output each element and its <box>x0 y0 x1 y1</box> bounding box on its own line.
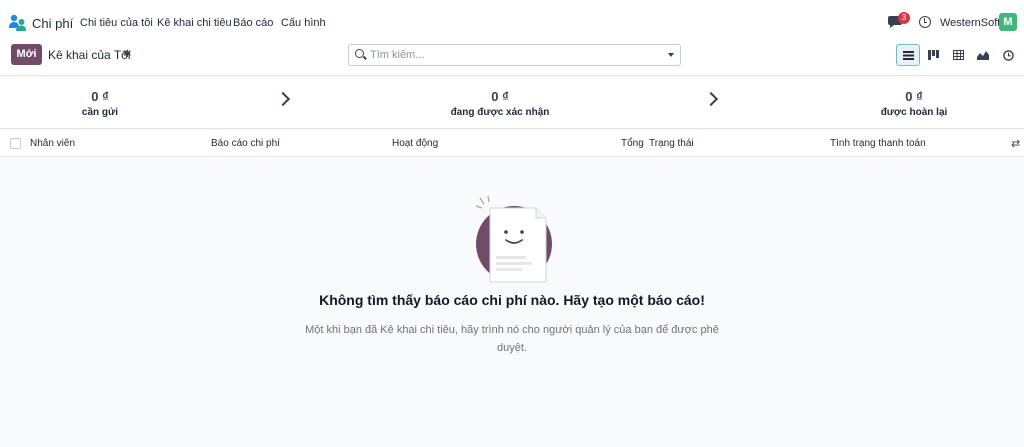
menu-my-expenses[interactable]: Chi tiêu của tôi <box>80 17 153 29</box>
company-switcher[interactable]: WesternSoft <box>940 17 1000 29</box>
search-input[interactable] <box>370 47 650 63</box>
search-icon <box>355 49 364 58</box>
stage-summary-bar: 0 ₫ cần gửi 0 ₫ đang được xác nhận 0 ₫ đ… <box>0 77 1024 129</box>
list-view-icon <box>902 50 914 60</box>
new-button[interactable]: Mới <box>11 44 42 65</box>
empty-state-description: Một khi bạn đã Kê khai chi tiêu, hãy trì… <box>305 324 719 354</box>
column-status[interactable]: Trạng thái <box>649 138 694 149</box>
activity-view-button[interactable] <box>996 44 1020 66</box>
reimbursed-label[interactable]: được hoàn lại <box>864 107 964 118</box>
control-panel: Mới Kê khai của Tôi ✱ <box>0 38 1024 76</box>
under-validation-amount[interactable]: 0 ₫ <box>460 89 540 104</box>
under-validation-label[interactable]: đang được xác nhận <box>440 107 560 118</box>
breadcrumb: Kê khai của Tôi <box>48 48 131 62</box>
user-avatar[interactable]: M <box>999 13 1017 31</box>
to-submit-label[interactable]: cần gửi <box>60 107 140 118</box>
area-chart-icon <box>977 51 989 60</box>
activity-clock-icon[interactable] <box>919 16 931 28</box>
column-total[interactable]: Tổng <box>621 138 644 149</box>
empty-state-title: Không tìm thấy báo cáo chi phí nào. Hãy … <box>319 292 705 308</box>
menu-configuration[interactable]: Cấu hình <box>281 17 326 29</box>
expenses-app-icon[interactable] <box>9 14 26 31</box>
column-employee[interactable]: Nhân viên <box>30 138 75 149</box>
list-view-button[interactable] <box>896 44 920 66</box>
list-header: Nhân viên Báo cáo chi phí Hoạt động Tổng… <box>0 130 1024 157</box>
gear-icon[interactable]: ✱ <box>123 49 131 60</box>
column-activities[interactable]: Hoạt động <box>392 138 438 149</box>
column-payment-status[interactable]: Tình trạng thanh toán <box>830 138 926 149</box>
view-switcher <box>896 44 1021 66</box>
app-name[interactable]: Chi phí <box>32 16 73 31</box>
column-expense-report[interactable]: Báo cáo chi phí <box>211 138 280 149</box>
pivot-view-button[interactable] <box>946 44 970 66</box>
graph-view-button[interactable] <box>971 44 995 66</box>
kanban-view-button[interactable] <box>921 44 945 66</box>
clock-icon <box>1002 49 1014 61</box>
optional-columns-toggle-icon[interactable]: ⇄ <box>1011 137 1020 150</box>
messages-count-badge: 3 <box>898 12 910 24</box>
kanban-view-icon <box>927 50 939 60</box>
reimbursed-amount[interactable]: 0 ₫ <box>874 89 954 104</box>
menu-expense-reports[interactable]: Kê khai chi tiêu <box>157 17 232 29</box>
menu-reporting[interactable]: Báo cáo <box>233 17 273 29</box>
empty-report-illustration <box>475 195 552 283</box>
select-all-checkbox[interactable] <box>10 138 21 149</box>
pivot-view-icon <box>952 50 964 60</box>
search-options-caret-icon[interactable] <box>668 53 674 57</box>
search-bar <box>348 44 681 66</box>
to-submit-amount[interactable]: 0 ₫ <box>60 89 140 104</box>
chevron-right-icon <box>703 91 719 107</box>
chevron-right-icon <box>275 91 291 107</box>
